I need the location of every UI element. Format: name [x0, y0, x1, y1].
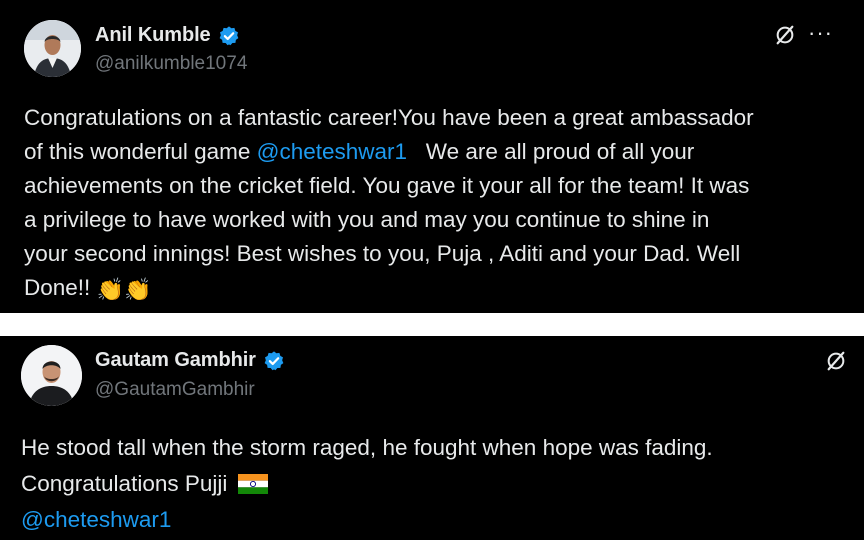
- tweet-text-line: @cheteshwar1: [21, 502, 851, 538]
- grok-icon[interactable]: [774, 24, 796, 46]
- mention-link[interactable]: @cheteshwar1: [257, 139, 407, 164]
- text-span: Done!!: [24, 275, 97, 300]
- text-span: Congratulations Pujji: [21, 471, 234, 496]
- tweet-text-line: achievements on the cricket field. You g…: [24, 169, 844, 203]
- tweet-text-line: He stood tall when the storm raged, he f…: [21, 430, 851, 466]
- more-icon[interactable]: ···: [808, 22, 833, 44]
- avatar[interactable]: [24, 20, 81, 77]
- grok-icon[interactable]: [825, 350, 847, 372]
- tweet-card-gautam-gambhir[interactable]: Gautam Gambhir @GautamGambhir He stood t…: [0, 336, 864, 540]
- text-span: of this wonderful game: [24, 139, 257, 164]
- tweet-text: Congratulations on a fantastic career!Yo…: [24, 101, 844, 305]
- tweet-text: He stood tall when the storm raged, he f…: [21, 430, 851, 538]
- tweet-text-line: a privilege to have worked with you and …: [24, 203, 844, 237]
- text-span: He stood tall when the storm raged, he f…: [21, 435, 713, 460]
- mention-link[interactable]: @cheteshwar1: [21, 507, 171, 532]
- text-span: your second innings! Best wishes to you,…: [24, 241, 741, 266]
- tweet-text-line: Done!! 👏👏: [24, 271, 844, 305]
- tweet-text-line: Congratulations on a fantastic career!Yo…: [24, 101, 844, 135]
- author-name[interactable]: Anil Kumble: [95, 24, 211, 47]
- verified-badge-icon[interactable]: [263, 350, 285, 372]
- text-span: achievements on the cricket field. You g…: [24, 173, 750, 198]
- text-span: a privilege to have worked with you and …: [24, 207, 710, 232]
- text-span: Congratulations on a fantastic career!Yo…: [24, 105, 754, 130]
- author-handle[interactable]: @anilkumble1074: [95, 53, 247, 75]
- india-flag-icon: [237, 474, 268, 494]
- avatar-photo: [21, 345, 82, 406]
- verified-badge-icon[interactable]: [218, 25, 240, 47]
- author-name[interactable]: Gautam Gambhir: [95, 349, 256, 372]
- avatar[interactable]: [21, 345, 82, 406]
- text-span: We are all proud of all your: [407, 139, 695, 164]
- tweet-card-anil-kumble[interactable]: Anil Kumble @anilkumble1074 ··· Congratu…: [0, 0, 864, 313]
- avatar-photo: [24, 20, 81, 77]
- tweet-text-line: Congratulations Pujji: [21, 466, 851, 502]
- clapping-hands-emoji: 👏👏: [96, 277, 152, 302]
- tweet-text-line: of this wonderful game @cheteshwar1 We a…: [24, 135, 844, 169]
- tweet-text-line: your second innings! Best wishes to you,…: [24, 237, 844, 271]
- author-handle[interactable]: @GautamGambhir: [95, 379, 255, 401]
